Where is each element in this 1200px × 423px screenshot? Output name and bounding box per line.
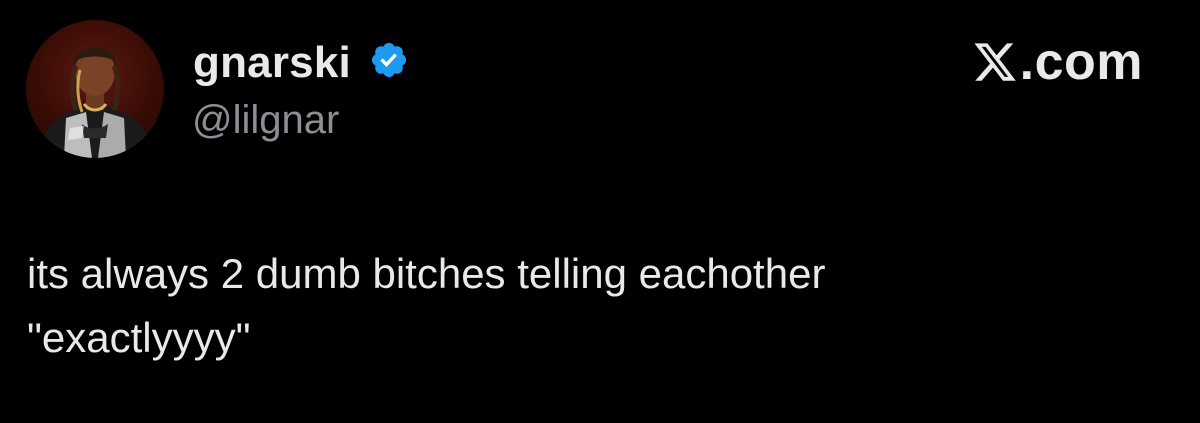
tweet-card: gnarski @lilgnar .com its always 2 dumb … <box>0 0 1200 423</box>
tweet-text-line: "exactlyyyy" <box>27 314 251 361</box>
verified-badge-icon <box>371 42 407 78</box>
x-domain-text: .com <box>1019 33 1143 91</box>
avatar-image <box>36 47 156 158</box>
avatar[interactable] <box>26 20 164 158</box>
tweet-text: its always 2 dumb bitches telling eachot… <box>27 242 1177 370</box>
tweet-text-line: its always 2 dumb bitches telling eachot… <box>27 250 826 297</box>
x-logo-icon <box>974 43 1016 81</box>
user-handle[interactable]: @lilgnar <box>192 96 339 144</box>
display-name[interactable]: gnarski <box>193 37 351 89</box>
x-com-logo: .com <box>972 32 1143 92</box>
